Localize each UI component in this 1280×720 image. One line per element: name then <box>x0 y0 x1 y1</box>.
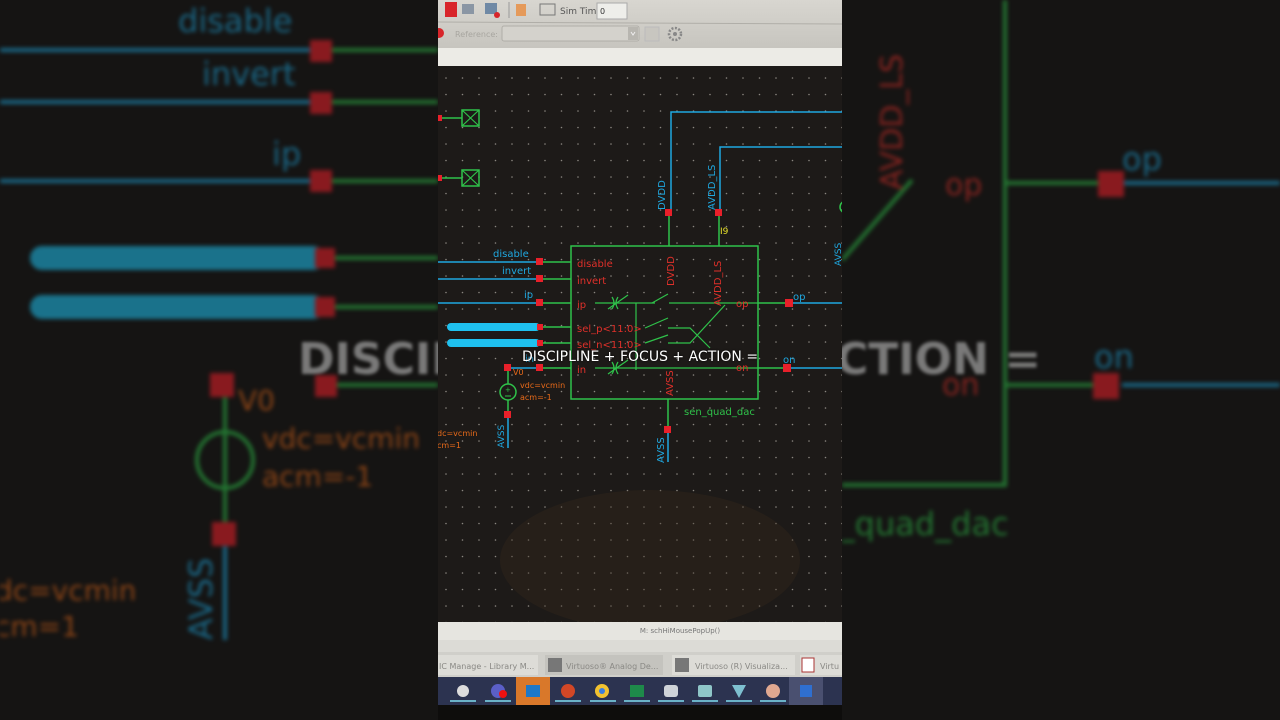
source2-vdc: dc=vcmin <box>438 429 477 438</box>
instance-name: sen_quad_dac <box>684 407 755 418</box>
toolbar: Sim Time 0 Reference: <box>438 0 842 68</box>
net-label-in: in <box>525 354 534 365</box>
net-label-dvdd: DVDD <box>657 180 668 210</box>
pin-label-on: on <box>736 363 748 374</box>
dropdown-button[interactable] <box>445 2 457 17</box>
pin-label-avss: AVSS <box>665 370 676 396</box>
reference-label: Reference: <box>455 30 498 39</box>
net-label-disable: disable <box>493 249 529 260</box>
instance-id: I9 <box>720 227 729 237</box>
tab-label: Virtuoso® Analog De... <box>566 662 658 671</box>
window-icon[interactable] <box>462 4 474 14</box>
blurred-zoom-right: AVDD_LS op on op on AVSS sen_quad_dac CT… <box>842 0 1280 720</box>
source-name: V0 <box>513 368 524 377</box>
net-label-ip: ip <box>524 290 533 301</box>
net-label-avss: AVSS <box>656 437 667 463</box>
pin-label-disable: disable <box>577 259 613 270</box>
net-label-op: op <box>793 292 805 303</box>
blurred-net-label: op <box>1122 140 1162 178</box>
net-label-avss-right: AVSS <box>834 243 842 266</box>
sim-time-value: 0 <box>600 7 605 16</box>
tab-label: Virtuoso (R) Visualiza... <box>695 662 788 671</box>
blurred-prop: vdc=vcmin <box>262 422 420 455</box>
blurred-pin-label: AVDD_LS <box>875 54 910 190</box>
pin-label-op: op <box>736 299 748 310</box>
blurred-net-label: ip <box>272 135 301 173</box>
net-label-avdd-ls: AVDD_LS <box>707 165 718 210</box>
pin-label-ip: ip <box>577 300 586 311</box>
pin-label-invert: invert <box>577 276 606 287</box>
blurred-prop: dc=vcmin <box>0 574 136 607</box>
tab-label: Virtu <box>820 662 839 671</box>
svg-text:+: + <box>505 386 511 394</box>
pin-label-sel-p: sel_p<11:0> <box>577 324 642 335</box>
net-label-invert: invert <box>502 266 531 277</box>
net-label-avss-source: AVSS <box>497 425 507 448</box>
settings-icon[interactable] <box>457 685 469 697</box>
excel-icon[interactable] <box>630 685 644 697</box>
pin-label-avdd-ls: AVDD_LS <box>713 261 724 306</box>
blurred-caption-left: DISCIP <box>298 334 438 385</box>
blurred-net-label: disable <box>178 2 292 40</box>
blurred-net-label: on <box>1094 338 1134 376</box>
status-message: M: schHiMousePopUp() <box>640 627 720 635</box>
sim-time-label: Sim Time <box>560 7 602 17</box>
pin-label-dvdd: DVDD <box>666 256 677 286</box>
source-vdc: vdc=vcmin <box>520 381 565 390</box>
blurred-source-name: V0 <box>238 384 275 417</box>
paint-icon[interactable] <box>766 684 780 698</box>
export-icon[interactable] <box>516 4 526 16</box>
blurred-prop: cm=1 <box>0 610 79 643</box>
blurred-instance-name: sen_quad_dac <box>842 505 1009 543</box>
reference-select[interactable] <box>501 25 640 42</box>
virtuoso-window: Sim Time 0 Reference: DVDD AVDD_LS I9 di… <box>438 0 842 720</box>
window-close-icon[interactable] <box>485 3 497 14</box>
blurred-caption-right: CTION = <box>842 334 1042 385</box>
powerpoint-icon[interactable] <box>561 684 575 698</box>
app-icon[interactable] <box>664 685 678 697</box>
remote-desktop-icon[interactable] <box>800 685 812 697</box>
tab-label: IC Manage - Library M... <box>439 662 534 671</box>
bus-sel-n[interactable] <box>447 339 540 347</box>
net-label-on: on <box>783 355 795 366</box>
pin-label-in: in <box>577 365 586 376</box>
source-acm: acm=-1 <box>520 393 552 402</box>
source2-acm: cm=1 <box>438 441 461 450</box>
blurred-net-label: invert <box>202 55 296 93</box>
app-icon[interactable] <box>698 685 712 697</box>
blurred-net-label: AVSS <box>182 558 220 640</box>
pin-label-sel-n: sel_n<11:0> <box>577 340 642 351</box>
outlook-icon[interactable] <box>526 685 540 697</box>
blurred-prop: acm=-1 <box>262 460 373 493</box>
blurred-zoom-left: disable invert ip AVSS V0 vdc=vcmin acm=… <box>0 0 438 720</box>
blurred-pin-label: op <box>945 168 982 203</box>
bus-sel-p[interactable] <box>447 323 540 331</box>
compare-icon[interactable] <box>644 26 660 42</box>
